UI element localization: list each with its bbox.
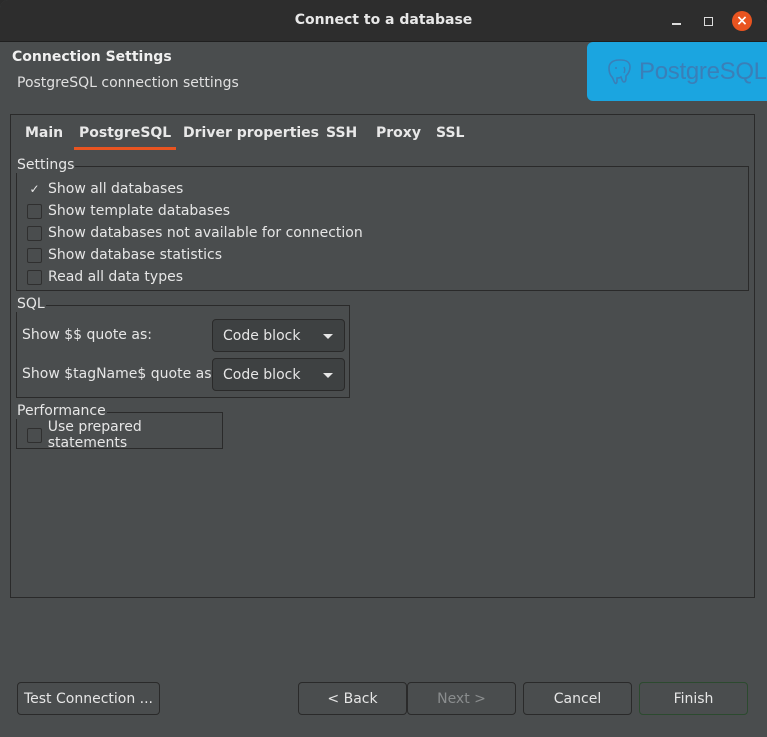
next-button[interactable]: Next > — [407, 682, 516, 715]
maximize-icon — [703, 16, 713, 26]
checkbox-label: Use prepared statements — [47, 419, 142, 451]
wizard-header: Connection Settings PostgreSQL connectio… — [0, 42, 767, 104]
cancel-button[interactable]: Cancel — [523, 682, 632, 715]
performance-group: Performance Use prepared statements — [16, 403, 223, 451]
checkbox-box — [27, 225, 42, 241]
page-title: Connection Settings — [12, 49, 172, 65]
dialog-window: Connect to a database × Connection Setti… — [0, 0, 767, 737]
tab-postgresql[interactable]: PostgreSQL — [74, 125, 177, 150]
settings-group: Settings ✓ Show all databases Show templ… — [16, 157, 749, 291]
tab-ssl[interactable]: SSL — [436, 125, 464, 147]
dollar-quote-value: Code block — [223, 327, 301, 344]
use-prepared-statements-checkbox[interactable]: Use prepared statements — [27, 419, 222, 451]
tab-driver-properties[interactable]: Driver properties — [183, 125, 319, 147]
minimize-icon — [671, 23, 681, 25]
checkbox-box — [27, 269, 42, 285]
title-bar[interactable]: Connect to a database × — [0, 0, 767, 42]
sql-group: SQL Show $$ quote as: Code block Show $t… — [16, 296, 350, 398]
tab-proxy[interactable]: Proxy — [376, 125, 421, 147]
checkbox-box — [27, 203, 42, 219]
sql-group-label: SQL — [16, 296, 46, 312]
dropdown-arrow-icon — [323, 373, 333, 378]
tab-main[interactable]: Main — [25, 125, 63, 147]
minimize-button[interactable] — [667, 12, 685, 30]
finish-button[interactable]: Finish — [639, 682, 748, 715]
show-template-databases-checkbox[interactable]: Show template databases — [27, 201, 230, 221]
checkbox-box — [27, 247, 42, 263]
checkbox-label: Show template databases — [48, 203, 231, 219]
settings-group-label: Settings — [16, 157, 76, 173]
checkbox-box — [27, 427, 42, 443]
maximize-button[interactable] — [699, 12, 717, 30]
show-database-statistics-checkbox[interactable]: Show database statistics — [27, 245, 222, 265]
tagname-quote-label: Show $tagName$ quote as: — [22, 366, 217, 382]
tagname-quote-select[interactable]: Code block — [212, 358, 345, 391]
checkbox-label: Read all data types — [48, 269, 183, 285]
page-subtitle: PostgreSQL connection settings — [17, 75, 239, 91]
tab-bar: Main PostgreSQL Driver properties SSH Pr… — [11, 115, 754, 153]
test-connection-button[interactable]: Test Connection ... — [17, 682, 160, 715]
dollar-quote-label: Show $$ quote as: — [22, 327, 152, 343]
window-title: Connect to a database — [294, 12, 473, 28]
logo-text: PostgreSQL — [639, 57, 767, 85]
postgresql-logo: PostgreSQL — [587, 42, 767, 101]
read-all-data-types-checkbox[interactable]: Read all data types — [27, 267, 183, 287]
checkbox-label: Show all databases — [48, 181, 184, 197]
performance-group-label: Performance — [16, 403, 107, 419]
close-button[interactable]: × — [732, 11, 752, 31]
show-unavailable-databases-checkbox[interactable]: Show databases not available for connect… — [27, 223, 363, 243]
dropdown-arrow-icon — [323, 334, 333, 339]
checkbox-label: Show database statistics — [48, 247, 222, 263]
tab-ssh[interactable]: SSH — [326, 125, 357, 147]
check-icon: ✓ — [29, 182, 40, 196]
dollar-quote-select[interactable]: Code block — [212, 319, 345, 352]
show-all-databases-checkbox[interactable]: ✓ Show all databases — [27, 179, 183, 199]
checkbox-label: Show databases not available for connect… — [48, 225, 363, 241]
back-button[interactable]: < Back — [298, 682, 407, 715]
elephant-icon — [608, 58, 631, 84]
tagname-quote-value: Code block — [223, 366, 301, 383]
tab-panel: Main PostgreSQL Driver properties SSH Pr… — [10, 114, 755, 598]
close-icon: × — [736, 13, 748, 29]
